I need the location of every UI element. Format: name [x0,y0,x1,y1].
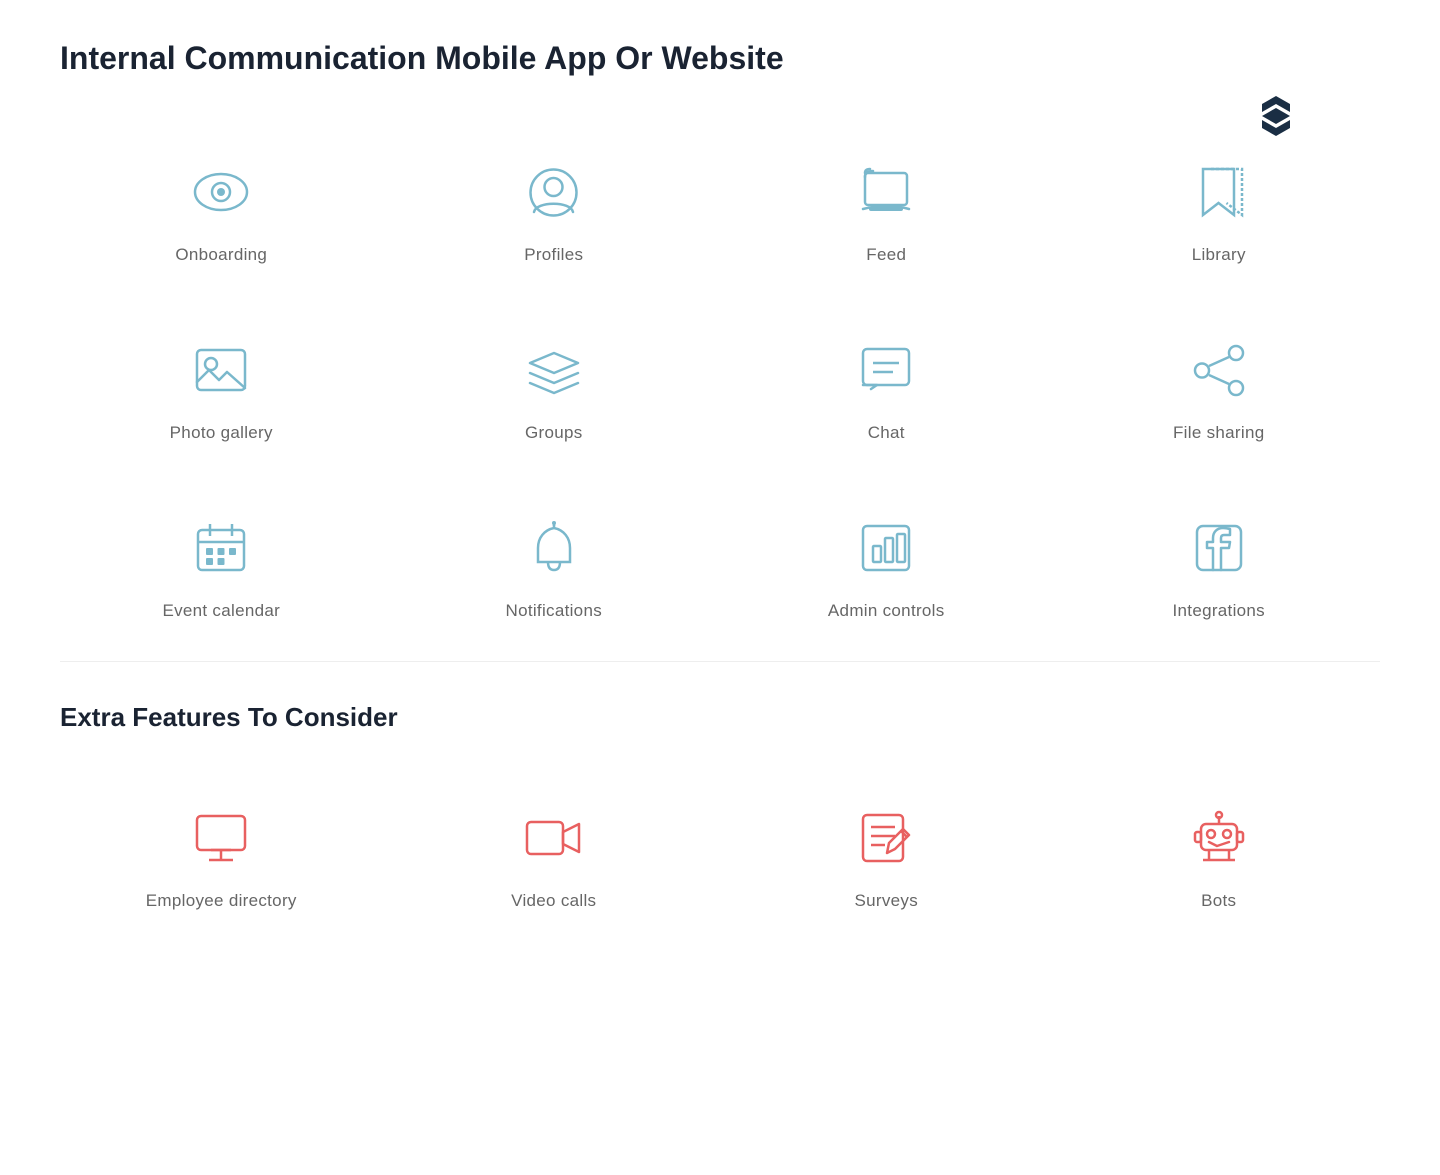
section-divider [60,661,1380,662]
calendar-icon [186,513,256,583]
feature-notifications: Notifications [393,483,716,641]
feature-label: Profiles [524,245,583,265]
layers-icon [519,335,589,405]
feature-file-sharing: File sharing [1058,305,1381,463]
feature-integrations: Integrations [1058,483,1381,641]
video-icon [519,803,589,873]
feature-label: Photo gallery [170,423,273,443]
feature-label: Event calendar [162,601,280,621]
feature-profiles: Profiles [393,127,716,285]
brand-logo [1252,90,1300,138]
section2-title: Extra Features To Consider [60,702,1380,733]
bell-icon [519,513,589,583]
eye-icon [186,157,256,227]
share-icon [1184,335,1254,405]
bookmark-icon [1184,157,1254,227]
facebook-box-icon [1184,513,1254,583]
edit-icon [851,803,921,873]
feature-video-calls: Video calls [393,773,716,931]
feature-chat: Chat [725,305,1048,463]
feature-label: Notifications [506,601,603,621]
feature-surveys: Surveys [725,773,1048,931]
extra-features-grid: Employee directory Video calls [60,773,1380,931]
feature-photo-gallery: Photo gallery [60,305,383,463]
feature-feed: Feed [725,127,1048,285]
feature-label: Groups [525,423,583,443]
user-circle-icon [519,157,589,227]
feature-label: Surveys [854,891,918,911]
bar-chart-icon [851,513,921,583]
feature-groups: Groups [393,305,716,463]
feature-label: Integrations [1173,601,1265,621]
message-square-icon [851,335,921,405]
feature-label: Feed [866,245,906,265]
feature-label: File sharing [1173,423,1264,443]
main-features-grid: Onboarding Profiles [60,127,1380,641]
feature-label: Admin controls [828,601,945,621]
feature-label: Chat [868,423,905,443]
feature-library: Library [1058,127,1381,285]
feature-onboarding: Onboarding [60,127,383,285]
robot-icon [1184,803,1254,873]
monitor-icon [186,803,256,873]
feature-label: Bots [1201,891,1236,911]
image-icon [186,335,256,405]
page-title: Internal Communication Mobile App Or Web… [60,40,1380,77]
feature-label: Onboarding [175,245,267,265]
feature-bots: Bots [1058,773,1381,931]
feature-label: Employee directory [146,891,297,911]
feature-label: Library [1192,245,1246,265]
feature-event-calendar: Event calendar [60,483,383,641]
feature-label: Video calls [511,891,596,911]
feature-admin-controls: Admin controls [725,483,1048,641]
feature-employee-directory: Employee directory [60,773,383,931]
cast-icon [851,157,921,227]
